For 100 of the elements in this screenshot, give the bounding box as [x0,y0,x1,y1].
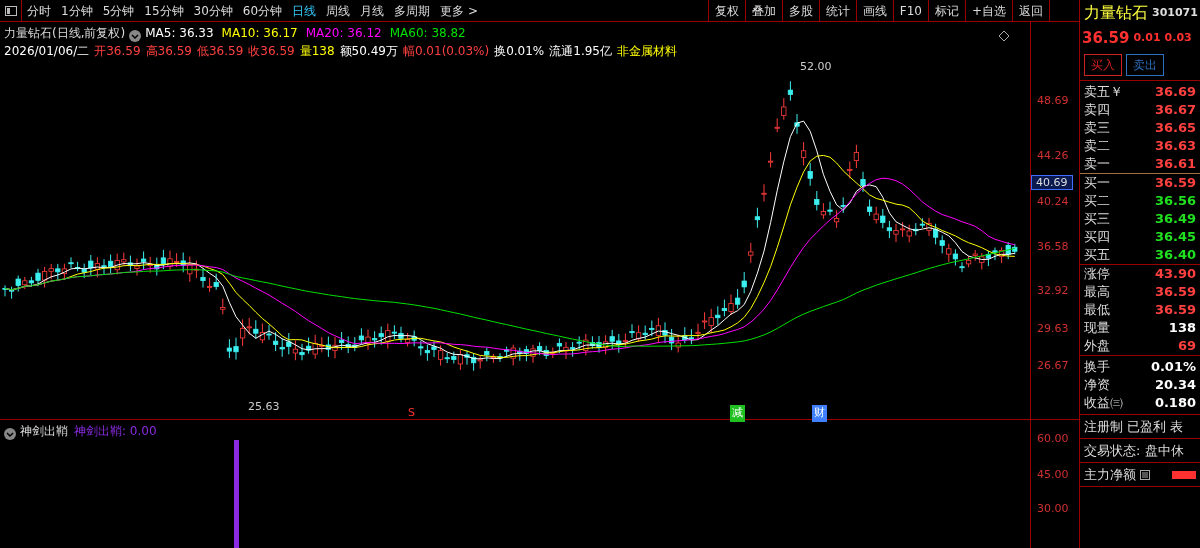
quote-field: 额50.49万 [339,44,398,58]
moving-average-label: MA10: 36.17 [221,26,298,40]
period-tab[interactable]: 30分钟 [188,0,238,21]
dropdown-icon[interactable] [129,27,142,43]
row-label: 换手 [1084,358,1110,376]
stock-name: 力量钻石 [1084,2,1148,24]
trade-button[interactable]: 卖出 [1126,54,1164,76]
row-value: 138 [1168,319,1196,337]
indicator-axis-label: 30.00 [1037,501,1069,517]
low-price-label: 25.63 [248,399,280,415]
period-tab[interactable]: 5分钟 [97,0,140,21]
price-change-percent: 0.03 [1164,30,1192,46]
row-value: 36.59 [1154,301,1196,319]
price-axis-label: 29.63 [1037,321,1069,337]
row-value: 43.90 [1154,265,1196,283]
moving-average-label: MA60: 38.82 [389,26,466,40]
row-label: 收益㈢ [1084,394,1123,412]
row-value: 0.01% [1150,358,1196,376]
toolbar-button[interactable]: 复权 [707,0,745,21]
price-axis-label: 36.58 [1037,239,1069,255]
quote-field: 收36.59 [248,44,295,58]
quote-field: 幅0.01(0.03%) [402,44,490,58]
toolbar-button[interactable]: 标记 [927,0,965,21]
price-axis-label: 26.67 [1037,358,1069,374]
period-tab[interactable]: 月线 [355,0,390,21]
row-label: 最高 [1084,283,1110,301]
period-tab[interactable]: 更多 > [435,0,483,21]
row-label: 外盘 [1084,337,1110,355]
row-value: 36.61 [1154,155,1196,173]
price-axis-label: 32.92 [1037,283,1069,299]
toolbar-button[interactable]: +自选 [964,0,1012,21]
quote-field: 非金属材料 [616,44,677,58]
toolbar-button[interactable]: 叠加 [744,0,782,21]
toolbar-button[interactable]: 多股 [781,0,819,21]
current-price-tag: 40.69 [1031,175,1073,190]
row-value: 36.67 [1154,101,1196,119]
row-value: 36.59 [1154,283,1196,301]
row-value: 36.59 [1154,174,1196,192]
row-label: 涨停 [1084,265,1110,283]
row-value: 36.69 [1154,83,1196,101]
row-label: 卖三 [1084,119,1110,137]
row-label: 买四 [1084,228,1110,246]
row-label: 卖一 [1084,155,1110,173]
row-value: 0.180 [1154,394,1196,412]
event-marker: S [407,405,416,421]
moving-average-label: MA5: 36.33 [145,26,214,40]
row-value: 36.65 [1154,119,1196,137]
row-label: 买一 [1084,174,1110,192]
event-marker: 减 [730,405,745,422]
period-tab[interactable]: 60分钟 [237,0,288,21]
quote-field: 换0.01% [494,44,545,58]
row-label: 现量 [1084,319,1110,337]
row-value: 36.40 [1154,246,1196,264]
moving-average-label: MA20: 36.12 [305,26,382,40]
row-label: 卖五￥ [1084,83,1123,101]
row-label: 买二 [1084,192,1110,210]
period-tab[interactable]: 周线 [321,0,356,21]
row-value: 36.45 [1154,228,1196,246]
toolbar-button[interactable]: 统计 [818,0,856,21]
indicator-title: 神剑出鞘 [20,424,68,438]
row-label: 买五 [1084,246,1110,264]
quote-field: 流通1.95亿 [549,44,612,58]
row-label: 净资 [1084,376,1110,394]
chart-title: 力量钻石(日线,前复权) [4,26,126,40]
price-axis-label: 40.24 [1037,194,1069,210]
price-axis-label: 48.69 [1037,93,1069,109]
dropdown-icon[interactable] [4,425,16,441]
toolbar-button[interactable]: 返回 [1012,0,1049,21]
list-icon[interactable] [1140,469,1150,480]
period-tab[interactable]: 多周期 [389,0,436,21]
period-tab[interactable]: 日线 [287,0,322,21]
period-tab[interactable]: 1分钟 [56,0,98,21]
trade-button[interactable]: 买入 [1084,54,1122,76]
row-label: 卖四 [1084,101,1110,119]
row-label: 最低 [1084,301,1110,319]
row-value: 20.34 [1154,376,1196,394]
toolbar-button[interactable]: 画线 [855,0,893,21]
toolbar-button[interactable]: F10 [892,0,928,21]
stock-code: 301071 [1152,5,1198,21]
stock-tags: 注册制 已盈利 表 [1084,415,1184,438]
quote-field: 2026/01/06/二 [4,44,90,58]
row-value: 69 [1177,337,1196,355]
price-axis-label: 44.26 [1037,148,1069,164]
quote-field: 开36.59 [94,44,141,58]
high-price-label: 52.00 [800,59,832,75]
period-tab[interactable]: 分时 [22,0,56,21]
indicator-axis-label: 45.00 [1037,467,1069,483]
row-value: 36.56 [1154,192,1196,210]
current-price: 36.59 [1082,28,1130,49]
quote-field: 量138 [299,44,335,58]
money-flow-label: 主力净额 [1084,465,1136,484]
row-value: 36.63 [1154,137,1196,155]
quote-field: 低36.59 [196,44,244,58]
quote-field: 高36.59 [145,44,192,58]
event-marker: 财 [812,405,827,422]
period-tab[interactable]: 15分钟 [139,0,189,21]
price-change: 0.01 [1133,30,1161,46]
indicator-value: 神剑出鞘: 0.00 [74,424,157,438]
trading-status: 交易状态: 盘中休 [1084,442,1184,460]
row-label: 买三 [1084,210,1110,228]
